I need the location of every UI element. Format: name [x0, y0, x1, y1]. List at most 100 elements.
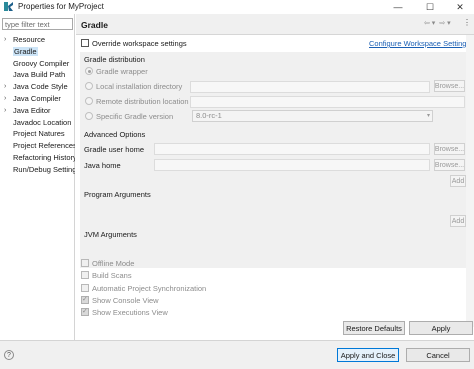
- checkbox-box[interactable]: [81, 284, 89, 292]
- sidebar-item-label: Project Natures: [13, 129, 65, 139]
- java-home-browse-button[interactable]: Browse...: [434, 159, 465, 171]
- apply-button[interactable]: Apply: [409, 321, 473, 335]
- sidebar-item-label: Java Build Path: [13, 70, 66, 80]
- chevron-right-icon[interactable]: ›: [4, 93, 6, 105]
- sidebar-item-label: Java Code Style: [13, 82, 68, 92]
- sidebar-item-project-natures[interactable]: Project Natures: [0, 128, 75, 140]
- jvm-args-add-button[interactable]: Add: [450, 215, 466, 227]
- sidebar-item-label: Groovy Compiler: [13, 58, 70, 68]
- radio-gradle-wrapper[interactable]: Gradle wrapper: [85, 67, 148, 76]
- back-arrow-icon[interactable]: ⇦ ▾: [424, 20, 435, 27]
- checkbox-box[interactable]: [81, 295, 89, 304]
- jvm-arguments-label: JVM Arguments: [84, 230, 137, 239]
- radio-remote-distribution[interactable]: Remote distribution location: [85, 97, 189, 106]
- advanced-group-label: Advanced Options: [84, 130, 146, 139]
- chevron-right-icon[interactable]: ›: [4, 105, 6, 117]
- remote-distribution-field[interactable]: [190, 96, 465, 108]
- gradle-version-value: 8.0-rc-1: [196, 111, 222, 120]
- configure-workspace-link[interactable]: Configure Workspace Settings...: [369, 39, 474, 48]
- maximize-button[interactable]: ☐: [416, 0, 444, 14]
- sidebar-item-run-debug-settings[interactable]: Run/Debug Settings: [0, 164, 75, 176]
- distribution-group-label: Gradle distribution: [84, 55, 145, 64]
- gradle-version-select[interactable]: 8.0-rc-1 ▾: [192, 110, 433, 122]
- sidebar-item-label: Refactoring History: [13, 152, 75, 162]
- radio-circle[interactable]: [85, 97, 93, 105]
- override-workspace-checkbox[interactable]: Override workspace settings: [81, 39, 187, 48]
- gradle-user-home-field[interactable]: [154, 143, 430, 155]
- chevron-right-icon[interactable]: ›: [4, 34, 6, 46]
- show-console-view-checkbox[interactable]: Show Console View: [81, 295, 159, 305]
- property-tree: › Resource Gradle Groovy Compiler Java Build…: [0, 34, 75, 176]
- offline-mode-label: Offline Mode: [92, 259, 135, 268]
- sidebar-item-label: Run/Debug Settings: [13, 164, 75, 174]
- sidebar-item-groovy-compiler[interactable]: Groovy Compiler: [0, 58, 75, 70]
- property-sidebar: › Resource Gradle Groovy Compiler Java Build…: [0, 14, 75, 340]
- user-home-browse-button[interactable]: Browse...: [434, 143, 465, 155]
- offline-mode-checkbox[interactable]: Offline Mode: [81, 259, 134, 268]
- sidebar-item-label: Javadoc Location: [13, 117, 72, 127]
- sidebar-item-label: Project References: [13, 141, 75, 151]
- local-browse-button[interactable]: Browse...: [434, 80, 465, 92]
- chevron-right-icon[interactable]: ›: [4, 81, 6, 93]
- radio-label: Local installation directory: [96, 82, 183, 91]
- build-scans-label: Build Scans: [92, 271, 132, 280]
- checkbox-box[interactable]: [81, 39, 89, 47]
- sidebar-item-javadoc-location[interactable]: Javadoc Location: [0, 117, 75, 129]
- show-executions-view-checkbox[interactable]: Show Executions View: [81, 307, 168, 317]
- vertical-scrollbar[interactable]: [466, 35, 474, 327]
- sidebar-item-resource[interactable]: › Resource: [0, 34, 75, 46]
- show-console-view-label: Show Console View: [92, 296, 159, 305]
- radio-local-installation[interactable]: Local installation directory: [85, 82, 182, 91]
- checkbox-box[interactable]: [81, 307, 89, 316]
- more-options-icon[interactable]: ⋮: [463, 18, 471, 27]
- page-header: Gradle ⇦ ▾ ⇨ ▾ ⋮: [76, 14, 474, 35]
- local-installation-field[interactable]: [190, 81, 430, 93]
- checkbox-box[interactable]: [81, 259, 89, 267]
- sidebar-item-java-build-path[interactable]: Java Build Path: [0, 69, 75, 81]
- window-title: Properties for MyProject: [18, 2, 104, 11]
- build-scans-checkbox[interactable]: Build Scans: [81, 271, 132, 280]
- sidebar-item-java-editor[interactable]: › Java Editor: [0, 105, 75, 117]
- sidebar-item-label: Resource: [13, 35, 46, 44]
- cancel-button[interactable]: Cancel: [406, 348, 470, 362]
- filter-input[interactable]: [2, 18, 73, 30]
- history-nav: ⇦ ▾ ⇨ ▾: [424, 19, 455, 27]
- radio-circle[interactable]: [85, 82, 93, 90]
- gradle-user-home-label: Gradle user home: [84, 145, 145, 154]
- sidebar-item-label: Java Compiler: [13, 93, 61, 103]
- sidebar-item-label: Java Editor: [13, 105, 51, 115]
- help-icon[interactable]: ?: [4, 350, 14, 360]
- minimize-button[interactable]: —: [384, 0, 412, 14]
- radio-specific-version[interactable]: Specific Gradle version: [85, 112, 173, 121]
- sidebar-item-label: Gradle: [13, 46, 38, 56]
- eclipse-app-icon: [3, 1, 14, 12]
- close-button[interactable]: ✕: [446, 0, 474, 14]
- radio-label: Gradle wrapper: [96, 67, 148, 76]
- sidebar-item-refactoring-history[interactable]: Refactoring History: [0, 152, 75, 164]
- show-executions-view-label: Show Executions View: [92, 308, 168, 317]
- sidebar-item-java-code-style[interactable]: › Java Code Style: [0, 81, 75, 93]
- auto-sync-label: Automatic Project Synchronization: [92, 284, 207, 293]
- radio-circle[interactable]: [85, 112, 93, 120]
- program-args-add-button[interactable]: Add: [450, 175, 466, 187]
- page-title: Gradle: [81, 20, 108, 30]
- radio-circle[interactable]: [85, 67, 93, 75]
- override-label: Override workspace settings: [92, 39, 187, 48]
- auto-sync-checkbox[interactable]: Automatic Project Synchronization: [81, 284, 206, 293]
- sidebar-item-gradle[interactable]: Gradle: [0, 46, 75, 58]
- java-home-label: Java home: [84, 161, 121, 170]
- sidebar-item-project-references[interactable]: Project References: [0, 140, 75, 152]
- radio-label: Specific Gradle version: [96, 112, 174, 121]
- program-arguments-label: Program Arguments: [84, 190, 151, 199]
- title-bar: Properties for MyProject — ☐ ✕: [0, 0, 474, 14]
- forward-arrow-icon[interactable]: ⇨ ▾: [439, 20, 450, 27]
- restore-defaults-button[interactable]: Restore Defaults: [343, 321, 405, 335]
- apply-and-close-button[interactable]: Apply and Close: [337, 348, 399, 362]
- java-home-field[interactable]: [154, 159, 430, 171]
- distribution-group: Gradle distribution Gradle wrapper Local…: [80, 52, 466, 136]
- chevron-down-icon: ▾: [426, 113, 430, 119]
- sidebar-item-java-compiler[interactable]: › Java Compiler: [0, 93, 75, 105]
- dialog-footer: ? Apply and Close Cancel: [0, 340, 474, 369]
- advanced-options-group: Advanced Options Gradle user home Browse…: [80, 128, 466, 268]
- checkbox-box[interactable]: [81, 271, 89, 279]
